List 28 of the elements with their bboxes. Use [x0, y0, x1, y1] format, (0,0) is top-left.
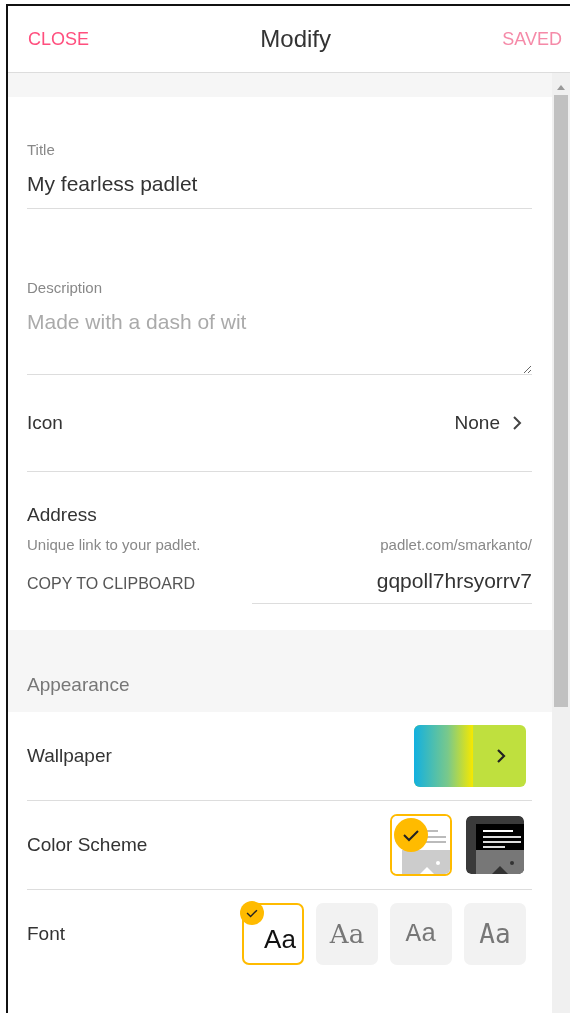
font-option[interactable]: Aa [464, 903, 526, 965]
field-label: Description [27, 279, 104, 296]
address-hint: Unique link to your padlet. [27, 536, 201, 553]
section-heading: Appearance [27, 674, 130, 696]
row-label: Font [27, 923, 66, 945]
row-label: Color Scheme [27, 834, 148, 856]
row-label: Address [27, 504, 98, 526]
icon-picker[interactable]: None [454, 412, 532, 434]
checkmark-icon [394, 818, 428, 852]
address-prefix: padlet.com/smarkanto/ [380, 536, 532, 553]
window-title: Modify [260, 25, 331, 53]
color-scheme-option[interactable] [390, 814, 452, 876]
scrollbar[interactable] [552, 73, 570, 1013]
row-label: Wallpaper [27, 745, 112, 767]
field-label: Title [27, 141, 56, 158]
font-option[interactable]: Aa [390, 903, 452, 965]
wallpaper-button[interactable] [414, 725, 526, 787]
row-label: Icon [27, 412, 63, 434]
copy-link[interactable]: COPY TO CLIPBOARD [27, 574, 196, 593]
color-scheme-option[interactable] [464, 814, 526, 876]
font-option[interactable]: Aa [242, 903, 304, 965]
checkmark-icon [240, 901, 264, 925]
font-option[interactable]: Aa [316, 903, 378, 965]
title-field[interactable]: My fearless padlet [27, 158, 532, 208]
scroll-up-icon[interactable] [556, 83, 566, 91]
chevron-icon [496, 748, 506, 764]
chevron-icon [512, 415, 522, 431]
address-field[interactable]: gqpoll7hrsyorrv7 [252, 563, 532, 604]
